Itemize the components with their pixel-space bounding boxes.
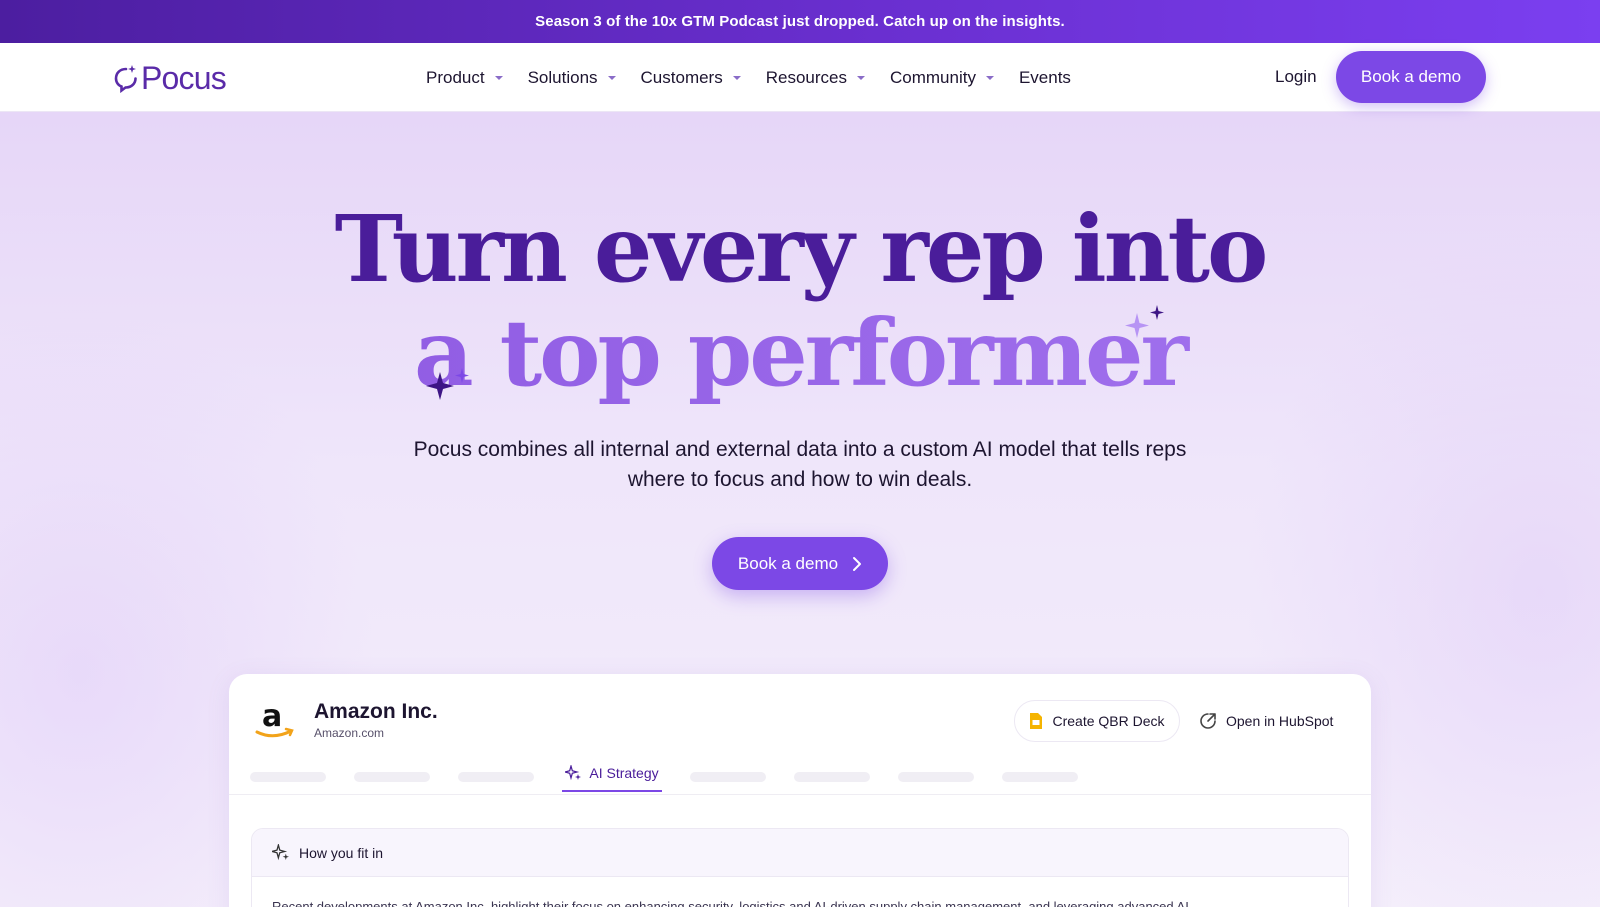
- login-link[interactable]: Login: [1275, 67, 1317, 87]
- tab-placeholder[interactable]: [898, 772, 974, 782]
- hero-subtitle: Pocus combines all internal and external…: [413, 438, 1187, 491]
- hero-headline: Turn every rep into a top performer: [0, 197, 1600, 405]
- qbr-button-label: Create QBR Deck: [1052, 713, 1165, 729]
- tab-placeholder[interactable]: [1002, 772, 1078, 782]
- hubspot-button-label: Open in HubSpot: [1226, 713, 1334, 729]
- sparkles-icon: [272, 844, 289, 861]
- slides-icon: [1030, 713, 1043, 729]
- nav-item-customers[interactable]: Customers: [641, 68, 742, 88]
- hero-cta-label: Book a demo: [737, 553, 839, 573]
- nav-item-solutions[interactable]: Solutions: [528, 68, 617, 88]
- nav-item-label: Events: [1018, 67, 1071, 87]
- nav-item-events[interactable]: Events: [1019, 68, 1071, 88]
- brand-logo[interactable]: Pocus: [113, 59, 227, 96]
- pocus-logo-icon: [114, 65, 137, 93]
- open-in-hubspot-button[interactable]: Open in HubSpot: [1199, 700, 1333, 742]
- brand-name: Pocus: [141, 59, 227, 96]
- tab-ai-strategy[interactable]: AI Strategy: [562, 756, 662, 792]
- hero-book-demo-button[interactable]: Book a demo: [712, 537, 888, 590]
- panel-header: How you fit in: [252, 829, 1348, 877]
- create-qbr-deck-button[interactable]: Create QBR Deck: [1014, 700, 1180, 742]
- chevron-down-icon: [732, 75, 741, 80]
- company-name: Amazon Inc.: [314, 700, 438, 723]
- panel-title: How you fit in: [299, 844, 384, 861]
- top-navigation: Pocus Product Solutions Customers Resour…: [0, 43, 1600, 112]
- chevron-down-icon: [494, 75, 503, 80]
- nav-item-label: Solutions: [527, 67, 598, 87]
- tab-placeholder[interactable]: [794, 772, 870, 782]
- announcement-bar[interactable]: Season 3 of the 10x GTM Podcast just dro…: [0, 0, 1600, 43]
- sparkle-icon: [426, 368, 469, 400]
- tabs-divider: [229, 794, 1371, 795]
- panel-text: Recent developments at Amazon Inc. highl…: [272, 899, 1189, 907]
- nav-item-resources[interactable]: Resources: [766, 68, 866, 88]
- book-demo-button[interactable]: Book a demo: [1336, 51, 1486, 103]
- active-tab-label: AI Strategy: [589, 765, 659, 781]
- main-menu: Product Solutions Customers Resources Co…: [426, 43, 1095, 112]
- how-you-fit-in-panel: How you fit in Recent developments at Am…: [251, 828, 1349, 907]
- nav-item-label: Customers: [640, 67, 723, 87]
- svg-text:a: a: [262, 702, 282, 734]
- tab-placeholder[interactable]: [250, 772, 326, 782]
- sparkles-icon: [565, 765, 582, 781]
- chevron-right-icon: [853, 556, 862, 571]
- amazon-logo-icon: a: [255, 702, 294, 738]
- tab-placeholder[interactable]: [690, 772, 766, 782]
- headline-line-1: Turn every rep into: [334, 195, 1269, 303]
- headline-line-2: a top performer: [0, 301, 1600, 405]
- chevron-down-icon: [856, 75, 865, 80]
- card-tabs: AI Strategy: [250, 756, 1350, 796]
- chevron-down-icon: [607, 75, 616, 80]
- chevron-down-icon: [985, 75, 994, 80]
- nav-item-label: Community: [889, 67, 976, 87]
- company-domain: Amazon.com: [314, 726, 385, 740]
- tab-placeholder[interactable]: [458, 772, 534, 782]
- nav-item-product[interactable]: Product: [426, 68, 504, 88]
- product-preview-card: a Amazon Inc. Amazon.com Create QBR Deck…: [229, 674, 1371, 907]
- nav-item-label: Product: [426, 67, 485, 87]
- external-link-icon: [1200, 713, 1216, 729]
- announcement-text[interactable]: Season 3 of the 10x GTM Podcast just dro…: [535, 13, 1065, 30]
- nav-item-label: Resources: [765, 67, 847, 87]
- nav-item-community[interactable]: Community: [890, 68, 995, 88]
- sparkle-icon: [1125, 305, 1164, 338]
- tab-placeholder[interactable]: [354, 772, 430, 782]
